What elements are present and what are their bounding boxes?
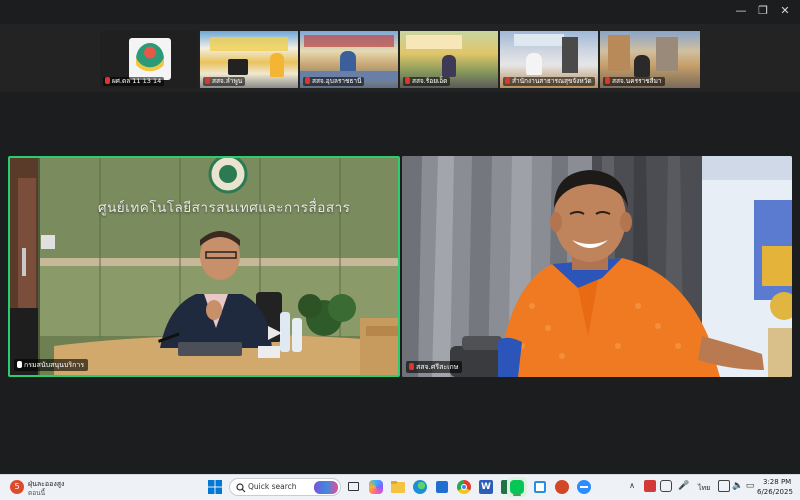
restore-button[interactable]: ❐ — [752, 2, 774, 20]
participant-name: สสจ.นครราชสีมา — [603, 77, 665, 86]
participant-thumb[interactable]: ผศ.ดล 11 13 14 — [100, 31, 198, 88]
copilot-icon[interactable] — [367, 478, 385, 496]
participant-tile[interactable]: สสจ.ศรีสะเกษ — [402, 156, 792, 377]
weather-subtext: ตอนนี้ — [28, 489, 46, 497]
participant-name: กรมสนับสนุนบริการ — [14, 359, 89, 371]
participant-name: สำนักงานสาธารณสุขจังหวัด — [503, 77, 595, 86]
chevron-up-icon[interactable]: ∧ — [626, 480, 638, 492]
input-language[interactable]: ไทย — [698, 483, 710, 494]
mic-muted-icon — [505, 77, 510, 84]
battery-icon[interactable]: ▭ — [744, 480, 756, 492]
wall-signage: ศูนย์เทคโนโลยีสารสนเทศและการสื่อสาร — [98, 200, 351, 216]
edge-icon[interactable] — [411, 478, 429, 496]
file-explorer-icon[interactable] — [389, 478, 407, 496]
clock-time[interactable]: 3:28 PM — [763, 478, 791, 486]
snipping-tool-icon[interactable] — [531, 478, 549, 496]
participant-name: สสจ.ร้อยเอ็ด — [403, 77, 451, 86]
word-icon[interactable]: W — [477, 478, 495, 496]
air-quality-icon: 5 — [10, 480, 24, 494]
participant-thumb[interactable]: สสจ.ร้อยเอ็ด — [400, 31, 498, 88]
zoom-window: — ❐ ✕ ผศ.ดล 11 13 14 สสจ.ลำพูน สสจ.อุบลร… — [0, 0, 800, 474]
taskbar-search[interactable]: Quick search — [229, 478, 341, 496]
search-placeholder: Quick search — [248, 482, 297, 491]
powerpoint-icon[interactable] — [553, 478, 571, 496]
video-feed — [402, 156, 792, 377]
participant-name: ผศ.ดล 11 13 14 — [103, 77, 165, 86]
participant-thumb[interactable]: สำนักงานสาธารณสุขจังหวัด — [500, 31, 598, 88]
mic-muted-icon — [605, 77, 610, 84]
participant-thumb[interactable]: สสจ.นครราชสีมา — [600, 31, 700, 88]
task-view-icon[interactable] — [345, 478, 363, 496]
video-feed — [10, 158, 398, 375]
display-icon[interactable] — [718, 480, 730, 492]
clock-date[interactable]: 6/26/2025 — [757, 488, 793, 496]
mic-icon — [17, 361, 22, 368]
windows-logo-icon — [208, 480, 222, 494]
start-button[interactable] — [206, 478, 224, 496]
participant-thumb[interactable]: สสจ.อุบลราชธานี — [300, 31, 398, 88]
store-icon[interactable] — [433, 478, 451, 496]
participant-name: สสจ.ลำพูน — [203, 77, 246, 86]
title-bar: — ❐ ✕ — [0, 0, 800, 22]
mic-muted-icon — [305, 77, 310, 84]
mic-muted-icon — [205, 77, 210, 84]
microphone-icon[interactable]: 🎤 — [678, 480, 690, 492]
search-highlight-icon — [314, 481, 338, 494]
tray-app-icon[interactable] — [644, 480, 656, 492]
participant-name: สสจ.ศรีสะเกษ — [406, 361, 463, 373]
tray-controller-icon[interactable] — [660, 480, 672, 492]
mic-muted-icon — [105, 77, 110, 84]
search-icon — [236, 482, 246, 492]
active-speaker-tile[interactable]: ศูนย์เทคโนโลยีสารสนเทศและการสื่อสาร กรมส… — [8, 156, 400, 377]
chrome-icon[interactable] — [455, 478, 473, 496]
mic-muted-icon — [405, 77, 410, 84]
volume-icon[interactable]: 🔈 — [732, 480, 744, 492]
line-icon[interactable] — [507, 477, 527, 497]
participant-thumb[interactable]: สสจ.ลำพูน — [200, 31, 298, 88]
minimize-button[interactable]: — — [730, 2, 752, 20]
close-button[interactable]: ✕ — [774, 2, 796, 20]
weather-widget[interactable]: 5 ฝุ่นละอองสูง ตอนนี้ — [10, 478, 80, 498]
zoom-icon[interactable] — [575, 478, 593, 496]
org-logo — [129, 38, 171, 80]
mic-muted-icon — [409, 363, 414, 370]
participant-name: สสจ.อุบลราชธานี — [303, 77, 365, 86]
